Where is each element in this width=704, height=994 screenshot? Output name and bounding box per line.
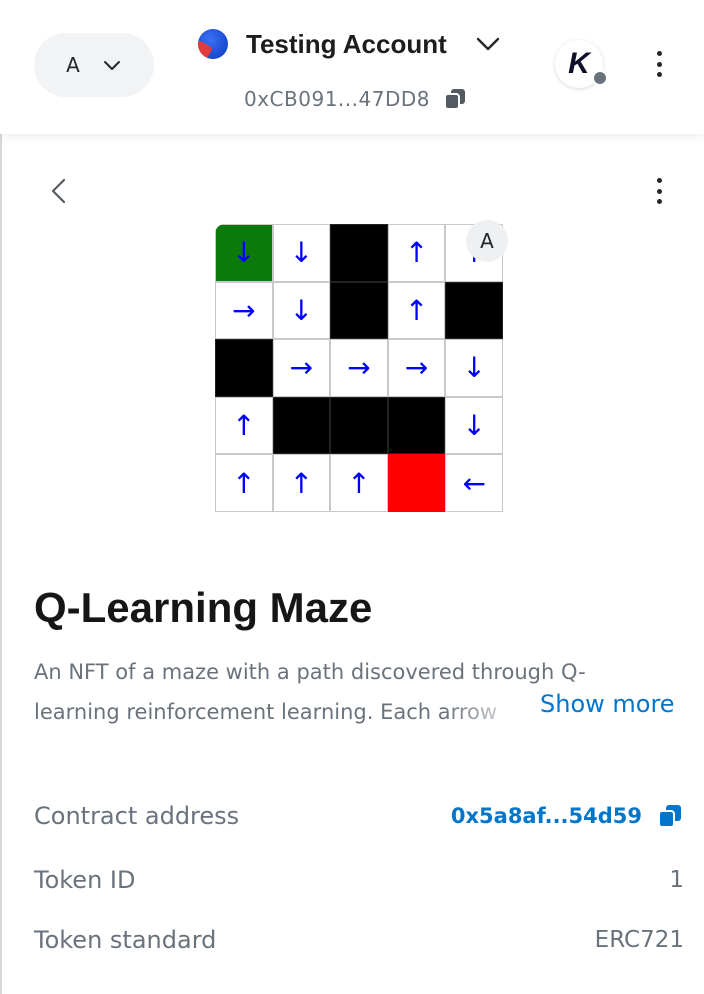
maze-cell-path: → xyxy=(272,339,331,397)
chevron-down-icon xyxy=(103,61,120,70)
maze-cell-path: ↑ xyxy=(272,454,331,512)
account-address-row: 0xCB091...47DD8 xyxy=(244,84,468,114)
chevron-left-icon[interactable] xyxy=(46,176,72,206)
description-line-1: An NFT of a maze with a path discovered … xyxy=(34,660,586,684)
maze-cell-path: ↑ xyxy=(215,396,273,455)
show-more-link[interactable]: Show more xyxy=(540,690,675,718)
token-id-value: 1 xyxy=(669,867,684,893)
maze-cell-path: ↑ xyxy=(330,454,388,512)
token-id-label: Token ID xyxy=(34,866,136,894)
maze-cell-path: ↑ xyxy=(387,224,446,282)
maze-cell-wall xyxy=(387,396,446,455)
token-standard-label: Token standard xyxy=(34,926,217,954)
account-avatar-icon xyxy=(198,29,228,59)
maze-cell-wall xyxy=(330,396,388,455)
maze-cell-path: ← xyxy=(445,454,503,512)
nft-title: Q-Learning Maze xyxy=(34,584,373,631)
copy-icon[interactable] xyxy=(442,86,468,112)
token-standard-value: ERC721 xyxy=(594,927,684,953)
network-avatar: A xyxy=(66,53,80,77)
maze-cell-wall xyxy=(215,339,273,397)
contract-address-row: Contract address 0x5a8af...54d59 xyxy=(34,796,684,836)
maze-cell-start: ↓ xyxy=(215,224,273,282)
maze-cell-path: → xyxy=(215,281,273,340)
k-logo-icon: K xyxy=(568,47,590,80)
account-name: Testing Account xyxy=(246,28,447,59)
maze-cell-goal xyxy=(387,454,446,512)
maze-cell-path: ↑ xyxy=(387,281,446,340)
nft-options-button[interactable] xyxy=(654,178,664,204)
maze-cell-path: ↓ xyxy=(445,396,503,455)
snap-logo-button[interactable]: K xyxy=(555,40,608,88)
maze-cell-path: ↓ xyxy=(445,339,503,397)
kebab-dot xyxy=(656,72,662,77)
global-menu-button[interactable] xyxy=(654,51,664,77)
network-badge: A xyxy=(466,220,508,262)
kebab-dot xyxy=(656,199,662,204)
account-picker-button[interactable]: Testing Account xyxy=(198,24,501,64)
network-picker-button[interactable]: A xyxy=(34,33,154,97)
maze-cell-path: ↓ xyxy=(272,224,331,282)
token-id-row: Token ID 1 xyxy=(34,860,684,900)
contract-address-label: Contract address xyxy=(34,802,240,830)
copy-icon[interactable] xyxy=(656,802,684,830)
maze-cell-path: → xyxy=(387,339,446,397)
description-line-2: learning reinforcement learning. Each ar… xyxy=(34,700,498,724)
maze-cell-wall xyxy=(330,224,388,282)
maze-cell-wall xyxy=(330,281,388,340)
contract-address-value-group: 0x5a8af...54d59 xyxy=(451,802,684,830)
nft-image: ↓↓↑↑→↓↑→→→↓↑↓↑↑↑← xyxy=(215,224,503,512)
chevron-down-icon xyxy=(476,37,499,51)
maze-cell-path: ↑ xyxy=(215,454,273,512)
account-address: 0xCB091...47DD8 xyxy=(244,87,430,111)
token-standard-row: Token standard ERC721 xyxy=(34,920,684,960)
connection-status-icon xyxy=(592,70,608,86)
maze-cell-path: ↓ xyxy=(272,281,331,340)
maze-cell-wall xyxy=(272,396,331,455)
window-left-edge xyxy=(0,0,2,994)
kebab-dot xyxy=(656,188,662,194)
kebab-dot xyxy=(656,61,662,67)
kebab-dot xyxy=(656,178,662,183)
kebab-dot xyxy=(656,51,662,56)
maze-cell-wall xyxy=(445,281,503,340)
app-header: A Testing Account 0xCB091...47DD8 K xyxy=(0,0,704,134)
maze-cell-path: → xyxy=(330,339,388,397)
contract-address-link[interactable]: 0x5a8af...54d59 xyxy=(451,804,642,828)
